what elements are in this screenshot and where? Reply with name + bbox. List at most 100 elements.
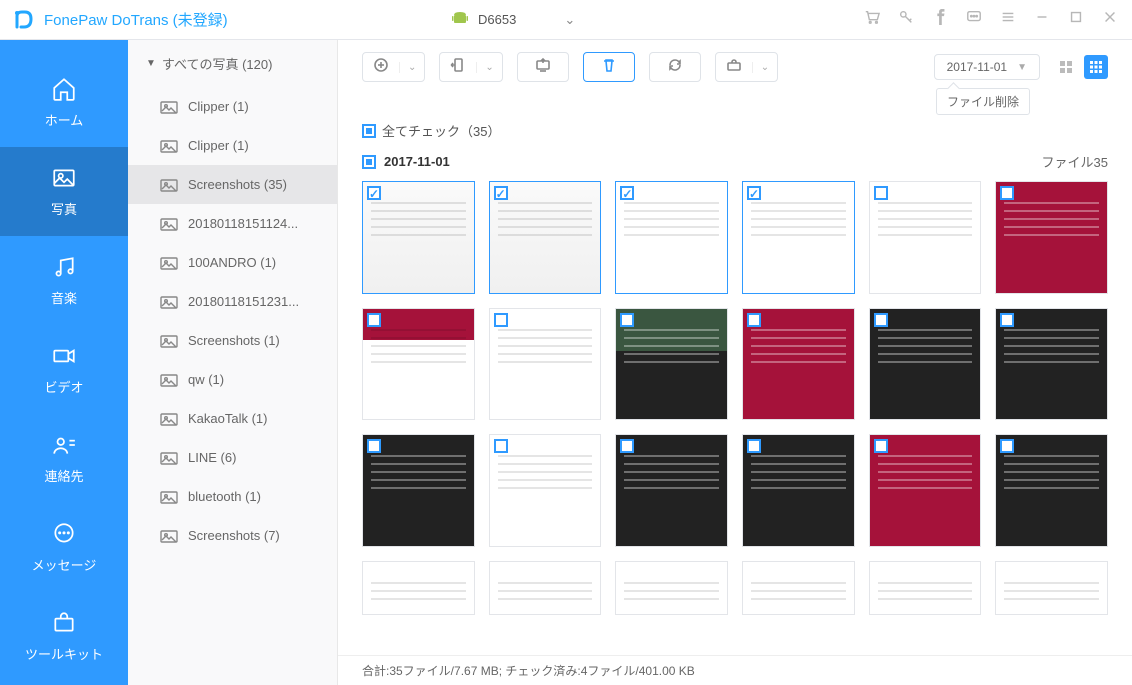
- thumbnail[interactable]: [995, 181, 1108, 294]
- cart-icon[interactable]: [864, 9, 880, 30]
- thumbnail-checkbox[interactable]: [1000, 186, 1014, 200]
- key-icon[interactable]: [898, 9, 914, 30]
- thumbnail[interactable]: [489, 434, 602, 547]
- nav-tools[interactable]: ツールキット: [0, 592, 128, 681]
- thumbnail[interactable]: [742, 181, 855, 294]
- thumbnail[interactable]: [362, 308, 475, 421]
- folder-label: Screenshots (1): [188, 333, 280, 348]
- thumbnail[interactable]: [615, 434, 728, 547]
- export-to-phone-button[interactable]: ⌄: [439, 52, 502, 82]
- thumbnail-checkbox[interactable]: [1000, 439, 1014, 453]
- folder-item[interactable]: 20180118151124...: [128, 204, 337, 243]
- folder-label: Clipper (1): [188, 99, 249, 114]
- thumbnail[interactable]: [615, 561, 728, 615]
- phone-export-icon: [440, 57, 476, 78]
- add-button[interactable]: ⌄: [362, 52, 425, 82]
- folder-label: qw (1): [188, 372, 224, 387]
- checkbox-partial-icon[interactable]: [362, 155, 376, 169]
- feedback-icon[interactable]: [966, 9, 982, 30]
- thumbnail[interactable]: [869, 561, 982, 615]
- maximize-icon[interactable]: [1068, 9, 1084, 30]
- nav-music[interactable]: 音楽: [0, 236, 128, 325]
- device-selector[interactable]: D6653 ⌄: [452, 11, 575, 29]
- thumbnail[interactable]: [742, 561, 855, 615]
- thumbnail-checkbox[interactable]: [874, 313, 888, 327]
- toolbar: ⌄ ⌄ ⌄ 2017-11-01 ▼: [338, 40, 1132, 90]
- nav-contacts-label: 連絡先: [44, 469, 83, 484]
- nav-home[interactable]: ホーム: [0, 58, 128, 147]
- thumbnail[interactable]: [869, 308, 982, 421]
- thumbnail-checkbox[interactable]: [1000, 313, 1014, 327]
- thumbnail-checkbox[interactable]: [494, 439, 508, 453]
- thumbnail-checkbox[interactable]: [747, 313, 761, 327]
- thumbnail[interactable]: [615, 308, 728, 421]
- folder-item[interactable]: qw (1): [128, 360, 337, 399]
- date-group-header: 2017-11-01 ファイル35: [338, 148, 1132, 181]
- grid-small-view[interactable]: [1084, 55, 1108, 79]
- folder-label: Screenshots (35): [188, 177, 287, 192]
- folder-item[interactable]: LINE (6): [128, 438, 337, 477]
- folder-item[interactable]: Clipper (1): [128, 126, 337, 165]
- export-to-pc-button[interactable]: [517, 52, 569, 82]
- thumbnail-checkbox[interactable]: [620, 186, 634, 200]
- folder-item[interactable]: bluetooth (1): [128, 477, 337, 516]
- thumbnail-checkbox[interactable]: [367, 439, 381, 453]
- thumbnail[interactable]: [362, 181, 475, 294]
- thumbnail[interactable]: [995, 308, 1108, 421]
- nav-messages[interactable]: メッセージ: [0, 503, 128, 592]
- thumbnail[interactable]: [489, 308, 602, 421]
- delete-button[interactable]: [583, 52, 635, 82]
- nav-home-label: ホーム: [45, 113, 84, 128]
- date-picker[interactable]: 2017-11-01 ▼: [934, 54, 1040, 80]
- thumbnail-checkbox[interactable]: [620, 313, 634, 327]
- grid-large-view[interactable]: [1054, 55, 1078, 79]
- folder-root[interactable]: ▼ すべての写真 (120): [128, 40, 337, 87]
- folder-item[interactable]: Screenshots (35): [128, 165, 337, 204]
- device-name: D6653: [478, 12, 516, 27]
- folder-item[interactable]: Screenshots (1): [128, 321, 337, 360]
- thumbnail[interactable]: [615, 181, 728, 294]
- thumbnail-checkbox[interactable]: [494, 313, 508, 327]
- thumbnail[interactable]: [742, 308, 855, 421]
- minimize-icon[interactable]: [1034, 9, 1050, 30]
- refresh-button[interactable]: [649, 52, 701, 82]
- thumbnail-checkbox[interactable]: [494, 186, 508, 200]
- select-all[interactable]: 全てチェック（35）: [338, 121, 1132, 148]
- nav-rail: ホーム 写真 音楽 ビデオ 連絡先 メッセージ ツールキット: [0, 40, 128, 685]
- date-group-date: 2017-11-01: [384, 154, 450, 169]
- thumbnail[interactable]: [489, 561, 602, 615]
- folder-item[interactable]: 100ANDRO (1): [128, 243, 337, 282]
- thumbnail[interactable]: [362, 561, 475, 615]
- thumbnail-checkbox[interactable]: [367, 186, 381, 200]
- folder-item[interactable]: KakaoTalk (1): [128, 399, 337, 438]
- facebook-icon[interactable]: [932, 9, 948, 30]
- trash-icon: [601, 57, 617, 78]
- folder-item[interactable]: Screenshots (7): [128, 516, 337, 555]
- folder-root-label: すべての写真 (120): [162, 54, 273, 73]
- thumbnail-checkbox[interactable]: [747, 186, 761, 200]
- thumbnail[interactable]: [995, 561, 1108, 615]
- nav-video[interactable]: ビデオ: [0, 325, 128, 414]
- thumbnail-checkbox[interactable]: [874, 439, 888, 453]
- nav-photos[interactable]: 写真: [0, 147, 128, 236]
- thumbnail-checkbox[interactable]: [874, 186, 888, 200]
- folder-item[interactable]: Clipper (1): [128, 87, 337, 126]
- thumbnail-checkbox[interactable]: [620, 439, 634, 453]
- date-value: 2017-11-01: [947, 60, 1008, 74]
- thumbnail-scroll[interactable]: [338, 181, 1132, 655]
- app-title: FonePaw DoTrans (未登録): [44, 9, 228, 30]
- thumbnail[interactable]: [362, 434, 475, 547]
- menu-icon[interactable]: [1000, 9, 1016, 30]
- folder-item[interactable]: 20180118151231...: [128, 282, 337, 321]
- close-icon[interactable]: [1102, 9, 1118, 30]
- nav-contacts[interactable]: 連絡先: [0, 414, 128, 503]
- toolbox-button[interactable]: ⌄: [715, 52, 778, 82]
- thumbnail[interactable]: [995, 434, 1108, 547]
- thumbnail[interactable]: [742, 434, 855, 547]
- thumbnail[interactable]: [869, 181, 982, 294]
- thumbnail[interactable]: [869, 434, 982, 547]
- thumbnail[interactable]: [489, 181, 602, 294]
- thumbnail-checkbox[interactable]: [367, 313, 381, 327]
- checkbox-partial-icon: [362, 124, 376, 138]
- thumbnail-checkbox[interactable]: [747, 439, 761, 453]
